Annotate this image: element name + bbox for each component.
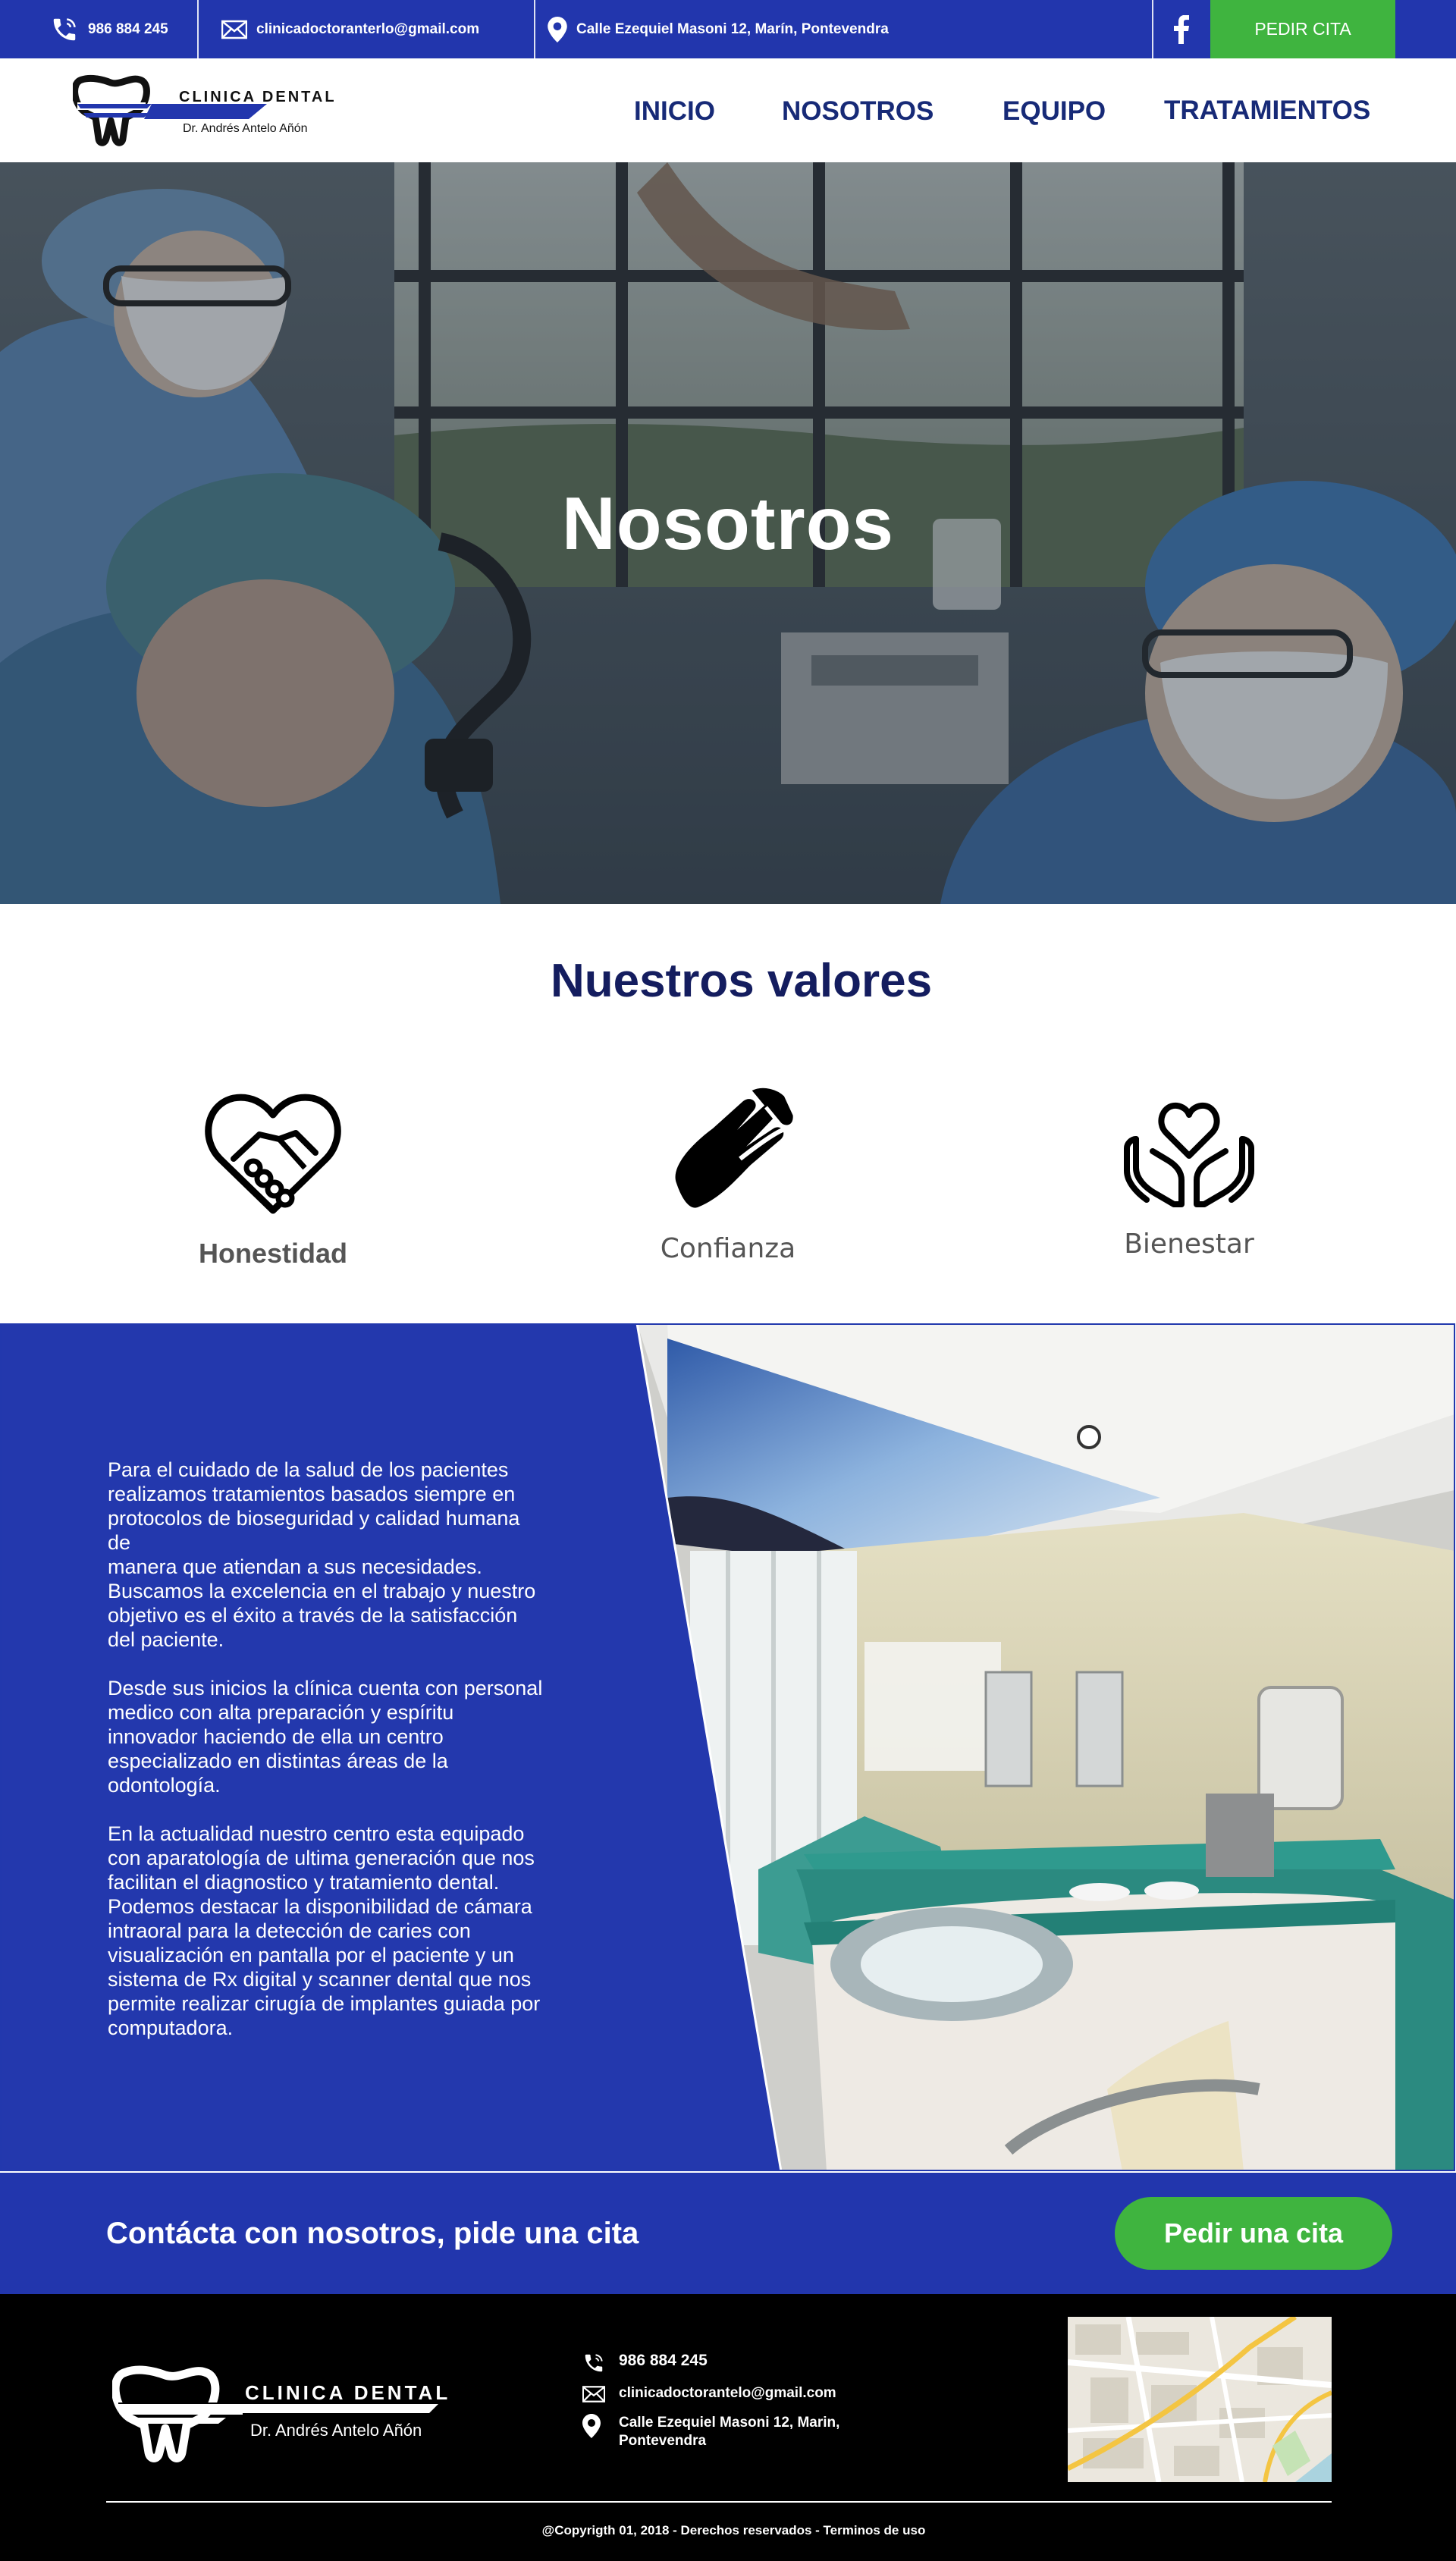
value-label-bienestar: Bienestar [1124,1229,1254,1260]
footer-phone[interactable]: 986 884 245 [582,2352,708,2374]
value-confianza: Confianza [569,1084,887,1282]
helping-hands-icon [675,1084,796,1208]
pedir-una-cita-button[interactable]: Pedir una cita [1115,2197,1392,2270]
contact-band-text: Contácta con nosotros, pide una cita [106,2217,639,2250]
tooth-logo-icon [73,74,331,146]
phone-icon [585,2354,603,2372]
topbar-address-text: Calle Ezequiel Masoni 12, Marín, Ponteve… [576,20,889,37]
topbar-divider [534,0,535,58]
topbar-email-text: clinicadoctoranterlo@gmail.com [256,20,480,37]
tooth-logo-icon [112,2365,447,2462]
contact-band: Contácta con nosotros, pide una cita Ped… [0,2171,1456,2294]
hero-title: Nosotros [561,482,895,565]
location-pin-icon [548,16,567,42]
footer-email[interactable]: clinicadoctorantelo@gmail.com [582,2385,836,2403]
nav-equipo[interactable]: EQUIPO [1003,96,1106,127]
hero-banner: Nosotros [0,162,1456,904]
envelope-icon [221,20,247,39]
footer-address-text: Calle Ezequiel Masoni 12, Marin, Ponteve… [619,2415,840,2449]
values-heading: Nuestros valores [550,955,933,1007]
footer-logo-subtitle: Dr. Andrés Antelo Añón [250,2421,422,2440]
footer-address: Calle Ezequiel Masoni 12, Marin, Ponteve… [582,2414,839,2450]
footer-email-text: clinicadoctorantelo@gmail.com [619,2385,836,2401]
topbar-phone-text: 986 884 245 [88,20,168,37]
footer-logo[interactable]: CLINICA DENTAL Dr. Andrés Antelo Añón [112,2359,453,2472]
clinic-logo[interactable]: CLINICA DENTAL Dr. Andrés Antelo Añón [73,72,346,151]
about-paragraph: En la actualidad nuestro centro esta equ… [108,1822,541,2039]
logo-subtitle: Dr. Andrés Antelo Añón [183,122,308,135]
about-paragraph: Para el cuidado de la salud de los pacie… [108,1458,536,1651]
about-section: Para el cuidado de la salud de los pacie… [0,1323,1456,2171]
top-contact-bar: 986 884 245 clinicadoctoranterlo@gmail.c… [0,0,1456,58]
value-bienestar: Bienestar [1030,1098,1348,1295]
main-navigation: CLINICA DENTAL Dr. Andrés Antelo Añón IN… [0,58,1456,162]
value-label-honestidad: Honestidad [198,1238,347,1269]
value-label-confianza: Confianza [660,1233,796,1264]
topbar-phone[interactable]: 986 884 245 [50,0,168,58]
map-image [1068,2317,1332,2482]
footer: CLINICA DENTAL Dr. Andrés Antelo Añón 98… [0,2294,1456,2561]
facebook-link[interactable] [1153,0,1210,58]
footer-logo-title: CLINICA DENTAL [245,2381,451,2404]
footer-divider [106,2501,1332,2503]
footer-phone-text: 986 884 245 [619,2352,708,2369]
topbar-address: Calle Ezequiel Masoni 12, Marín, Ponteve… [548,0,889,58]
about-text: Para el cuidado de la salud de los pacie… [108,1458,548,2064]
pedir-cita-button[interactable]: PEDIR CITA [1210,0,1395,58]
value-honestidad: Honestidad [114,1089,432,1286]
topbar-divider [197,0,199,58]
handshake-heart-icon [205,1094,341,1214]
nav-tratamientos[interactable]: TRATAMIENTOS [1164,96,1370,126]
logo-title: CLINICA DENTAL [179,89,337,105]
envelope-icon [582,2386,605,2403]
nav-nosotros[interactable]: NOSOTROS [782,96,934,127]
location-pin-icon [582,2414,601,2438]
facebook-icon [1174,14,1189,44]
location-map[interactable] [1068,2317,1332,2482]
nav-inicio[interactable]: INICIO [634,96,715,127]
hands-heart-icon [1124,1103,1254,1207]
topbar-email[interactable]: clinicadoctoranterlo@gmail.com [221,0,479,58]
about-paragraph: Desde sus inicios la clínica cuenta con … [108,1677,543,1797]
phone-icon [53,17,76,40]
footer-copyright: @Copyrigth 01, 2018 - Derechos reservado… [541,2523,926,2537]
